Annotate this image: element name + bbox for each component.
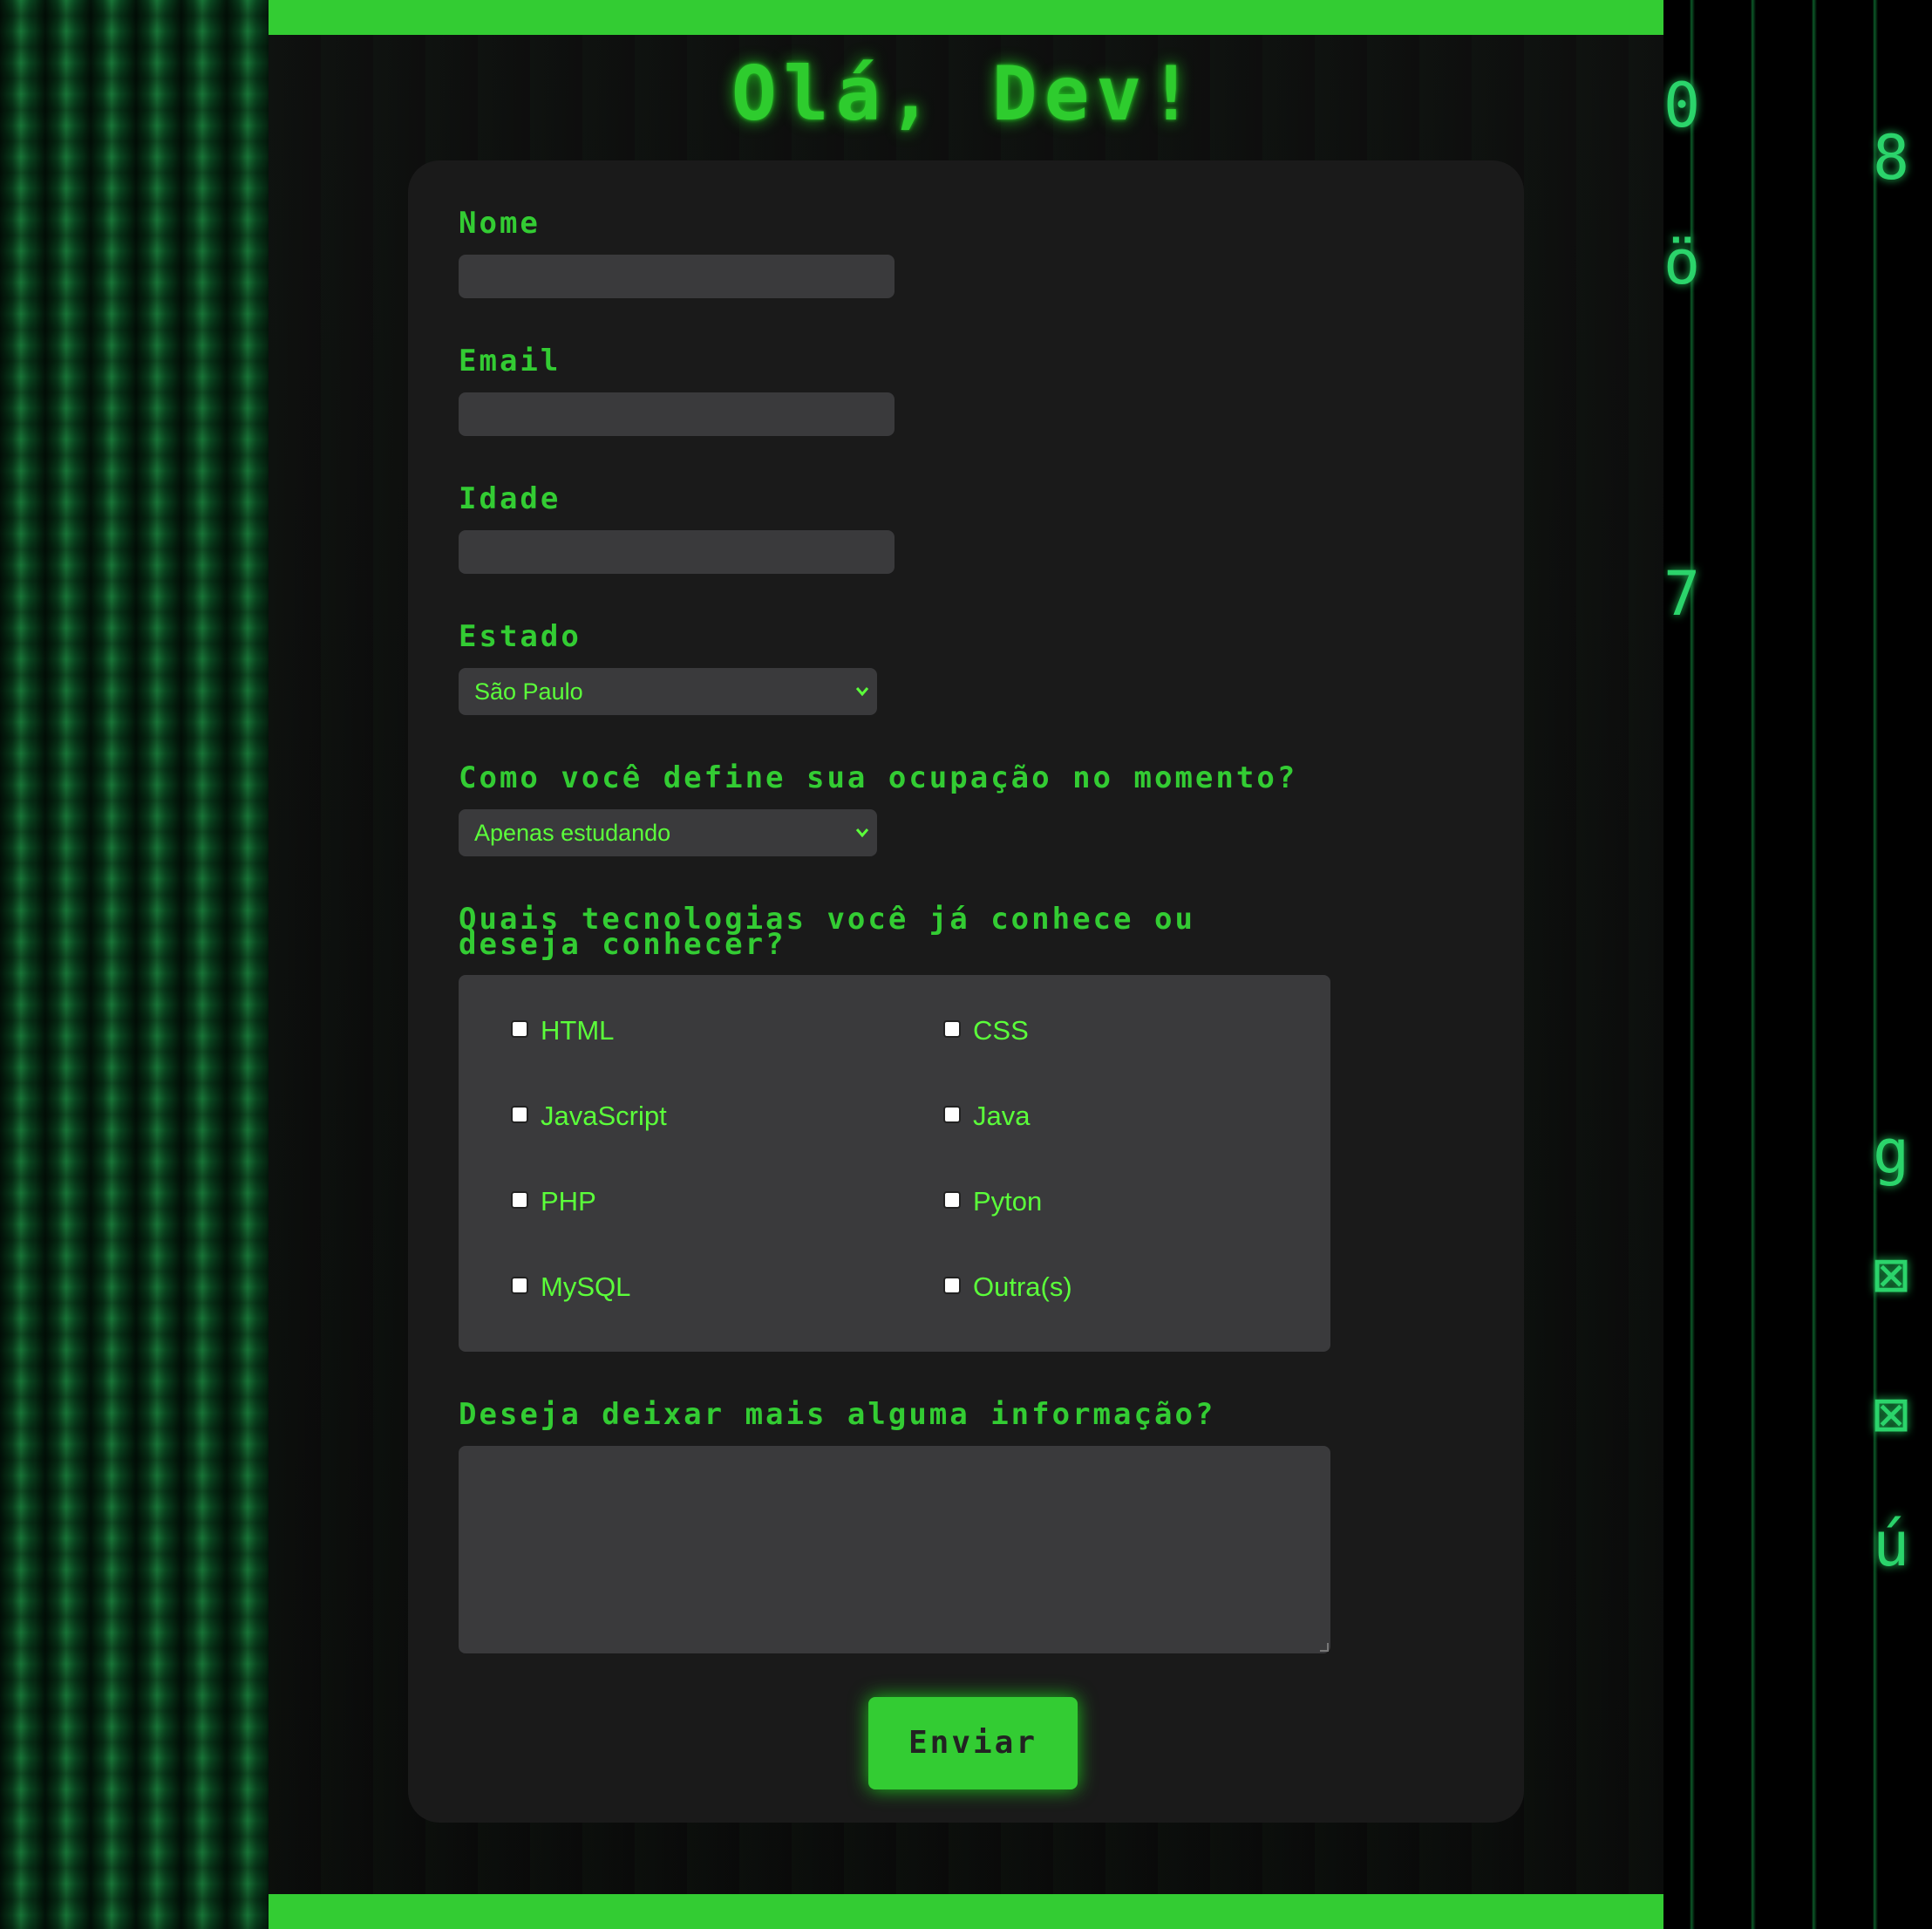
submit-button[interactable]: Enviar [868, 1697, 1078, 1789]
checkbox-box[interactable] [943, 1277, 961, 1294]
ocupacao-select[interactable]: Apenas estudando [459, 809, 877, 856]
checkbox-box[interactable] [943, 1106, 961, 1123]
matrix-glyph: ö [1663, 227, 1701, 298]
chevron-down-icon [854, 668, 870, 733]
matrix-glyph: ⊠ [1873, 1238, 1910, 1310]
resize-handle-icon[interactable] [1320, 1643, 1329, 1652]
checkbox-box[interactable] [511, 1277, 528, 1294]
tecnologias-group: HTML CSS JavaScript Java PHP Pyton MySQL… [459, 975, 1330, 1352]
estado-label: Estado [459, 619, 582, 654]
checkbox-label: CSS [973, 1015, 1029, 1046]
page: Olá, Dev! Nome Email Idade Estado São Pa… [269, 0, 1663, 1929]
tecnologias-label: Quais tecnologias você já conhece ou des… [459, 904, 1195, 959]
matrix-glyph: ⊠ [1873, 1378, 1910, 1449]
checkbox-label: HTML [541, 1015, 615, 1046]
checkbox-box[interactable] [511, 1106, 528, 1123]
matrix-glyph: 7 [1663, 558, 1701, 630]
checkbox-label: MySQL [541, 1271, 631, 1302]
background-matrix-left [0, 0, 269, 1929]
email-input[interactable] [459, 392, 895, 436]
checkbox-label: JavaScript [541, 1101, 667, 1131]
info-label: Deseja deixar mais alguma informação? [459, 1397, 1216, 1432]
matrix-glyph: ú [1873, 1509, 1910, 1580]
checkbox-label: Pyton [973, 1186, 1043, 1217]
estado-select[interactable]: São Paulo [459, 668, 877, 715]
top-accent-bar [269, 0, 1663, 35]
ocupacao-select-value: Apenas estudando [474, 820, 671, 846]
checkbox-label: Outra(s) [973, 1271, 1072, 1302]
matrix-glyph: 8 [1873, 122, 1910, 194]
ocupacao-label: Como você define sua ocupação no momento… [459, 760, 1298, 795]
checkbox-box[interactable] [943, 1191, 961, 1209]
bottom-accent-bar [269, 1894, 1663, 1929]
nome-input[interactable] [459, 255, 895, 298]
idade-input[interactable] [459, 530, 895, 574]
chevron-down-icon [854, 809, 870, 874]
form-card: Nome Email Idade Estado São Paulo Como v… [408, 160, 1524, 1823]
checkbox-box[interactable] [511, 1020, 528, 1038]
email-label: Email [459, 344, 561, 378]
nome-label: Nome [459, 206, 541, 241]
page-title: Olá, Dev! [731, 51, 1201, 138]
checkbox-label: Java [973, 1101, 1031, 1131]
background-matrix-right: 0 ö 7 8 g ⊠ ⊠ ú [1663, 0, 1932, 1929]
info-textarea[interactable] [459, 1446, 1330, 1653]
checkbox-box[interactable] [943, 1020, 961, 1038]
checkbox-box[interactable] [511, 1191, 528, 1209]
estado-select-value: São Paulo [474, 678, 583, 705]
matrix-glyph: g [1873, 1116, 1910, 1188]
idade-label: Idade [459, 481, 561, 516]
matrix-glyph: 0 [1663, 70, 1701, 141]
checkbox-label: PHP [541, 1186, 596, 1217]
